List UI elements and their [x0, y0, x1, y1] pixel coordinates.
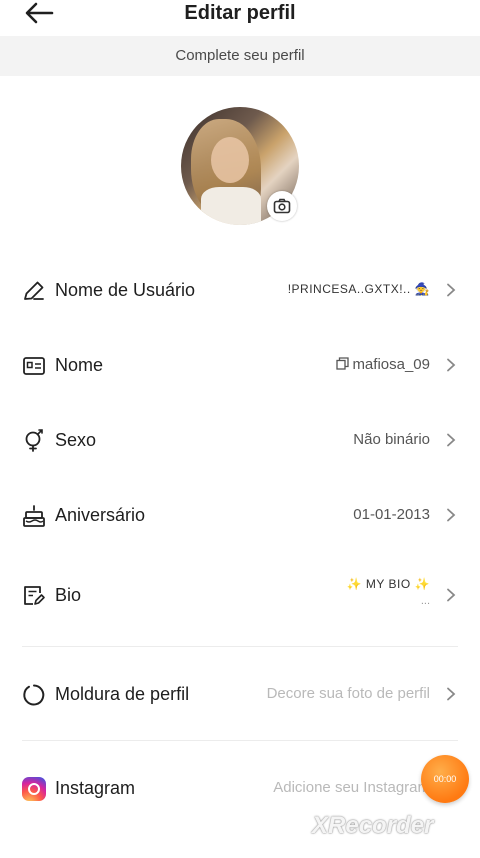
watermark: XRecorder	[312, 812, 434, 839]
chevron-right-icon	[447, 358, 456, 372]
row-value-bio-more: ...	[420, 595, 430, 607]
row-value-name-text: mafiosa_09	[352, 356, 430, 373]
pencil-icon	[24, 281, 44, 300]
row-bio[interactable]: Bio ✨ MY BIO ✨ ...	[0, 565, 480, 625]
row-value-birthday: 01-01-2013	[353, 506, 430, 523]
edit-note-icon	[24, 586, 45, 605]
row-value-name: mafiosa_09	[336, 356, 430, 373]
row-value-bio: ✨ MY BIO ✨	[346, 577, 430, 591]
row-placeholder-instagram: Adicione seu Instagram	[273, 779, 430, 796]
row-label-username: Nome de Usuário	[55, 280, 196, 300]
row-gender[interactable]: Sexo Não binário	[0, 410, 480, 470]
camera-icon[interactable]	[267, 191, 297, 221]
row-label-birthday: Aniversário	[55, 505, 146, 525]
cake-icon	[23, 505, 45, 527]
complete-profile-banner[interactable]: Complete seu perfil	[0, 36, 480, 76]
gender-icon	[25, 429, 43, 452]
row-label-profile-frame: Moldura de perfil	[55, 684, 190, 704]
chevron-right-icon	[447, 687, 456, 701]
row-label-bio: Bio	[55, 585, 82, 605]
row-birthday[interactable]: Aniversário 01-01-2013	[0, 485, 480, 545]
copy-icon	[336, 357, 350, 370]
row-label-gender: Sexo	[55, 430, 97, 450]
chevron-right-icon	[447, 588, 456, 602]
screen-recorder-button[interactable]: 00:00	[421, 755, 469, 803]
chevron-right-icon	[447, 508, 456, 522]
row-value-gender: Não binário	[353, 431, 430, 448]
row-instagram[interactable]: Instagram Adicione seu Instagram	[0, 758, 480, 818]
chevron-right-icon	[447, 283, 456, 297]
row-label-name: Nome	[55, 355, 104, 375]
divider	[22, 646, 458, 647]
instagram-icon	[22, 777, 46, 801]
row-label-instagram: Instagram	[55, 778, 136, 798]
avatar[interactable]	[181, 107, 299, 225]
row-profile-frame[interactable]: Moldura de perfil Decore sua foto de per…	[0, 664, 480, 724]
id-card-icon	[23, 357, 45, 375]
row-name[interactable]: Nome mafiosa_09	[0, 335, 480, 395]
row-value-username: !PRINCESA..GXTX!.. 🧙	[287, 282, 430, 296]
divider	[22, 740, 458, 741]
row-username[interactable]: Nome de Usuário !PRINCESA..GXTX!.. 🧙	[0, 260, 480, 320]
frame-circle-icon	[23, 684, 45, 706]
row-placeholder-profile-frame: Decore sua foto de perfil	[266, 685, 430, 702]
page-title: Editar perfil	[184, 2, 296, 24]
top-bar: Editar perfil	[0, 0, 480, 34]
chevron-right-icon	[447, 433, 456, 447]
